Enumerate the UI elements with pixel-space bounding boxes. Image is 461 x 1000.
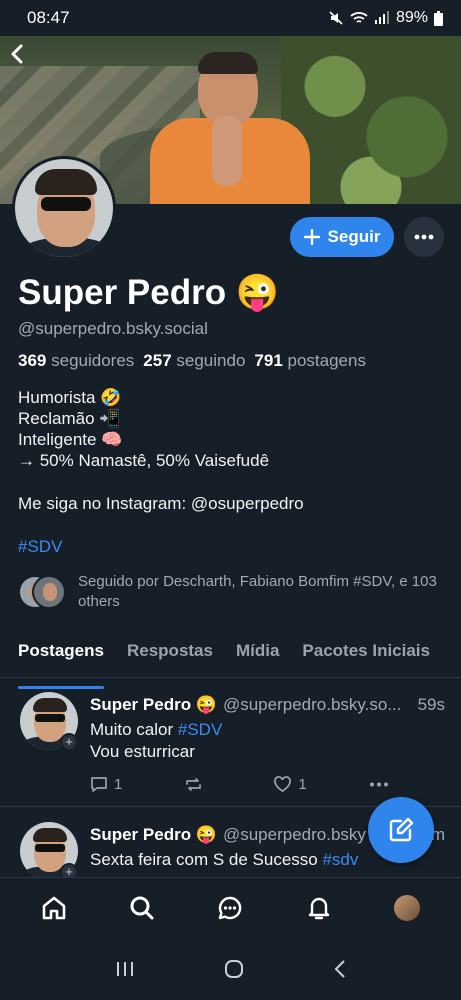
avatar xyxy=(32,575,66,609)
nav-search[interactable] xyxy=(120,886,164,930)
battery-percent: 89% xyxy=(395,9,428,26)
post-text-line: Vou esturricar xyxy=(90,742,195,761)
bio-instagram-line[interactable]: Me siga no Instagram: @osuperpedro xyxy=(18,493,438,514)
post-text-line: Muito calor xyxy=(90,720,178,739)
mute-icon xyxy=(329,11,343,25)
bio-line: Humorista 🤣 xyxy=(18,388,122,407)
status-icons: 89% xyxy=(328,9,443,27)
ellipsis-icon xyxy=(414,234,434,240)
battery-icon xyxy=(434,10,443,26)
known-followers-avatars xyxy=(18,575,66,609)
search-icon xyxy=(130,896,154,919)
like-icon xyxy=(274,776,292,792)
followers-label: seguidores xyxy=(51,351,135,370)
recent-apps-icon[interactable] xyxy=(115,960,135,978)
followers-stat[interactable]: 369 seguidores xyxy=(18,351,134,371)
tab-media[interactable]: Mídia xyxy=(236,636,279,677)
post-item[interactable]: + Super Pedro 😜 @superpedro.bsky.so... 5… xyxy=(0,679,461,807)
posts-label: postagens xyxy=(287,351,366,370)
ellipsis-icon xyxy=(369,782,388,787)
status-time: 08:47 xyxy=(27,8,70,27)
compose-icon xyxy=(389,817,414,842)
post-text: Muito calor #SDV Vou esturricar xyxy=(90,719,222,763)
back-icon xyxy=(11,44,23,64)
back-nav-icon[interactable] xyxy=(333,959,347,979)
post-handle: @superpedro.bsky xyxy=(222,825,366,844)
repost-button[interactable] xyxy=(184,776,203,793)
following-stat[interactable]: 257 seguindo xyxy=(143,351,245,371)
signal-icon xyxy=(374,11,389,24)
post-header: Super Pedro 😜 @superpedro.bsky xyxy=(90,825,380,845)
nav-profile[interactable] xyxy=(385,886,429,930)
known-followers[interactable]: Seguido por Descharth, Fabiano Bomfim #S… xyxy=(18,572,438,612)
posts-stat: 791 postagens xyxy=(254,351,366,371)
post-time: 59s xyxy=(417,695,445,714)
post-handle: @superpedro.bsky.so... xyxy=(222,695,402,714)
post-header: Super Pedro 😜 @superpedro.bsky.so... xyxy=(90,695,446,715)
tab-starter-packs[interactable]: Pacotes Iniciais xyxy=(302,636,430,677)
post-actions: 1 1 xyxy=(90,776,390,793)
bio-hashtag[interactable]: #SDV xyxy=(18,536,438,557)
nav-home[interactable] xyxy=(32,886,76,930)
nav-notifications[interactable] xyxy=(297,886,341,930)
follow-button-label: Seguir xyxy=(327,227,381,246)
compose-button[interactable] xyxy=(368,797,434,863)
post-text: Sexta feira com S de Sucesso #sdv xyxy=(90,849,358,871)
followers-count: 369 xyxy=(18,351,47,370)
reply-count: 1 xyxy=(114,776,123,793)
nav-chat[interactable] xyxy=(208,886,252,930)
profile-handle: @superpedro.bsky.social xyxy=(18,319,208,338)
following-count: 257 xyxy=(143,351,172,370)
bottom-navigation xyxy=(0,877,461,937)
bio-line: → 50% Namastê, 50% Vaisefudê xyxy=(18,451,270,470)
chat-icon xyxy=(219,896,242,919)
follow-plus-badge[interactable]: + xyxy=(60,863,78,878)
wifi-icon xyxy=(350,12,368,23)
profile-stats: 369 seguidores 257 seguindo 791 postagen… xyxy=(18,351,366,371)
home-icon xyxy=(42,896,66,919)
profile-bio: Humorista 🤣 Reclamão 📲 Inteligente 🧠 → 5… xyxy=(18,387,438,557)
bell-icon xyxy=(308,897,329,919)
bio-line: Reclamão 📲 xyxy=(18,409,121,428)
plus-icon xyxy=(303,229,320,245)
status-bar: 08:47 89% xyxy=(0,0,461,36)
system-navigation xyxy=(0,937,461,1000)
profile-avatar[interactable] xyxy=(12,156,116,260)
post-hashtag[interactable]: #SDV xyxy=(178,720,222,739)
avatar xyxy=(393,894,420,921)
following-label: seguindo xyxy=(176,351,246,370)
follow-button[interactable]: Seguir xyxy=(290,217,394,257)
tab-posts[interactable]: Postagens xyxy=(18,636,104,689)
home-button-icon[interactable] xyxy=(224,959,244,979)
tab-replies[interactable]: Respostas xyxy=(127,636,213,677)
known-followers-text: Seguido por Descharth, Fabiano Bomfim #S… xyxy=(78,573,437,610)
post-author[interactable]: Super Pedro 😜 xyxy=(90,695,217,715)
like-count: 1 xyxy=(298,776,307,793)
display-name: Super Pedro 😜 xyxy=(18,273,280,312)
reply-button[interactable]: 1 xyxy=(90,776,122,793)
posts-count: 791 xyxy=(254,351,283,370)
repost-icon xyxy=(186,778,202,791)
post-hashtag[interactable]: #sdv xyxy=(322,850,358,869)
post-author[interactable]: Super Pedro 😜 xyxy=(90,825,217,845)
bio-line: Inteligente 🧠 xyxy=(18,430,123,449)
follow-plus-badge[interactable]: + xyxy=(60,733,78,751)
reply-icon xyxy=(91,777,107,792)
like-button[interactable]: 1 xyxy=(273,776,307,793)
more-options-button[interactable] xyxy=(404,217,444,257)
profile-tabs: Postagens Respostas Mídia Pacotes Inicia… xyxy=(0,636,461,689)
post-text-line: Sexta feira com S de Sucesso xyxy=(90,850,323,869)
post-more-button[interactable] xyxy=(369,782,389,787)
back-button[interactable] xyxy=(10,42,32,70)
